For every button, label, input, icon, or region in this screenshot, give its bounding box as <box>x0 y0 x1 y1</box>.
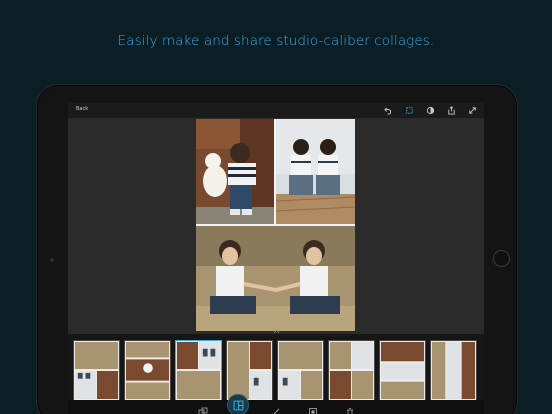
collage-photo-1[interactable] <box>196 119 274 224</box>
bottom-toolbar <box>68 394 484 414</box>
layout-strip <box>68 334 484 401</box>
collage-canvas[interactable] <box>196 119 355 331</box>
collage-photo-3[interactable] <box>196 226 355 331</box>
layout-thumb-2[interactable] <box>124 340 171 401</box>
layout-button[interactable] <box>227 394 249 414</box>
share-icon[interactable] <box>446 105 457 116</box>
app-screen: Back <box>68 103 484 414</box>
layout-thumb-3[interactable] <box>175 340 222 401</box>
layers-icon[interactable] <box>198 402 208 414</box>
brush-icon[interactable] <box>271 402 281 414</box>
layout-thumb-5[interactable] <box>277 340 324 401</box>
layout-thumb-1[interactable] <box>73 340 120 401</box>
top-toolbar: Back <box>68 103 484 118</box>
crop-icon[interactable] <box>404 105 415 116</box>
collage-photo-2[interactable] <box>276 119 355 224</box>
undo-icon[interactable] <box>383 105 394 116</box>
layout-icon <box>233 400 243 410</box>
layout-thumb-8[interactable] <box>430 340 477 401</box>
layout-thumb-7[interactable] <box>379 340 426 401</box>
back-button[interactable]: Back <box>76 106 88 112</box>
adjust-icon[interactable] <box>425 105 436 116</box>
delete-icon[interactable] <box>345 402 355 414</box>
layout-thumb-4[interactable] <box>226 340 273 401</box>
expand-icon[interactable] <box>467 105 478 116</box>
camera-dot <box>50 258 54 262</box>
home-button[interactable] <box>493 250 510 267</box>
border-icon[interactable] <box>308 402 318 414</box>
layout-thumb-6[interactable] <box>328 340 375 401</box>
headline: Easily make and share studio-caliber col… <box>117 33 435 49</box>
